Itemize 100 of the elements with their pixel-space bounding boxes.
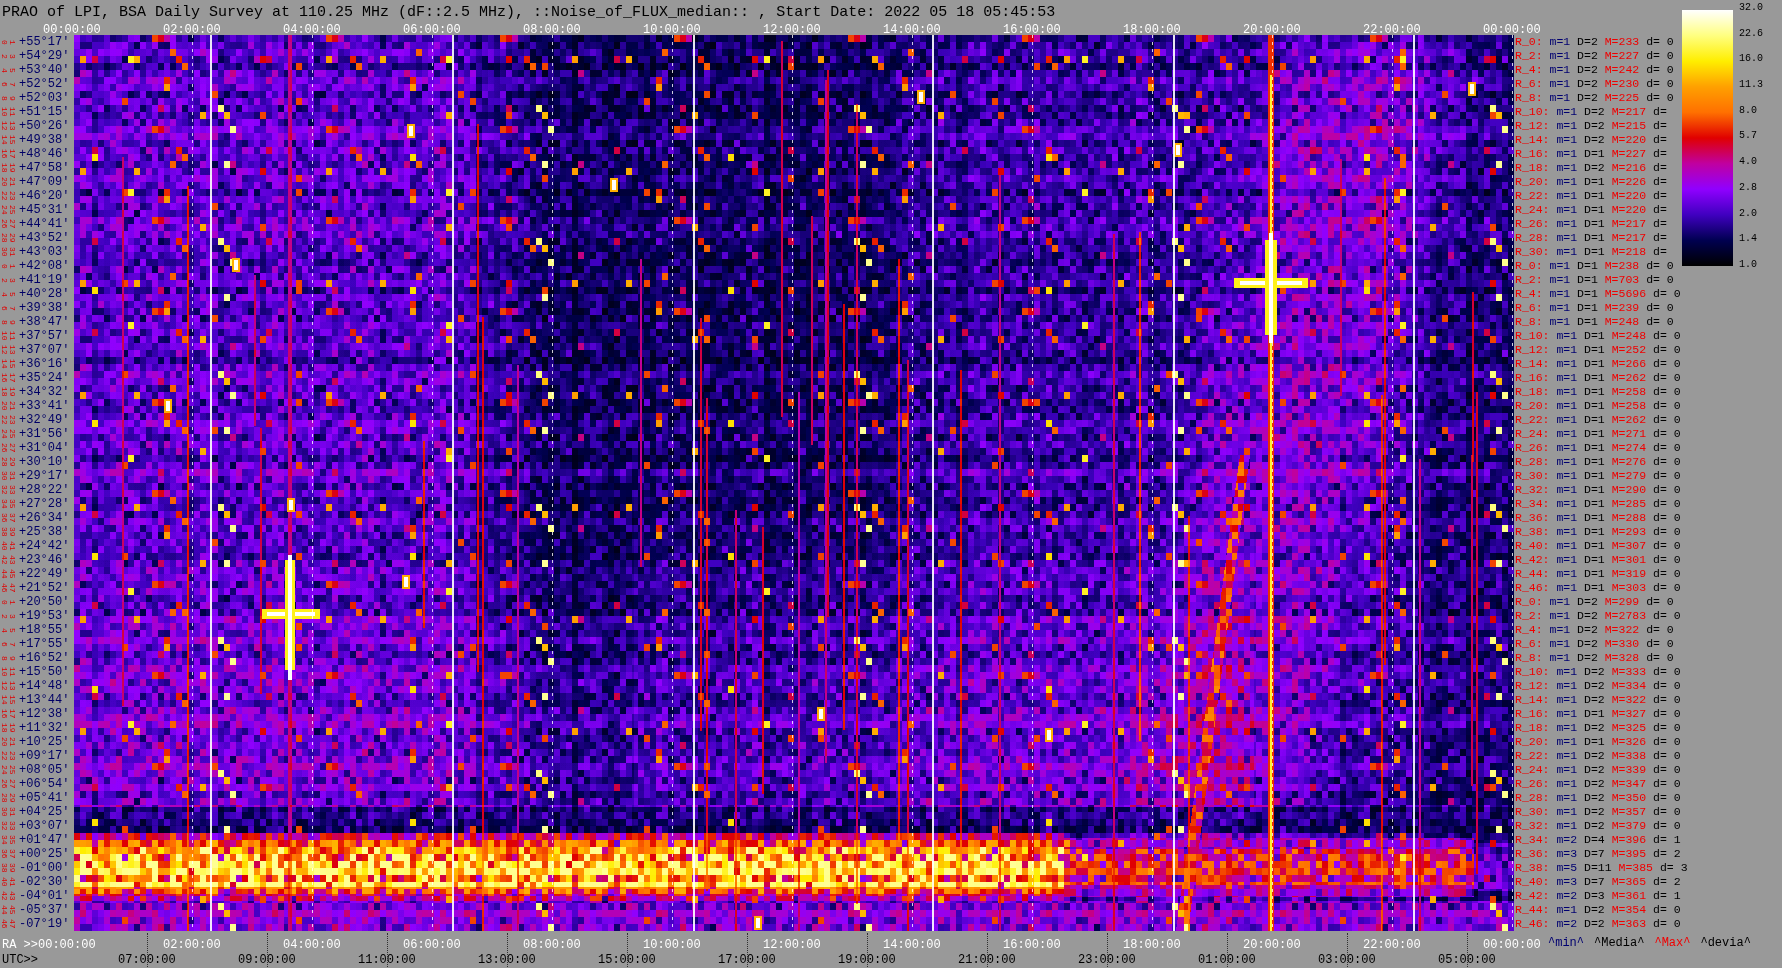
declination-label: +32°49′	[19, 413, 70, 427]
declination-label: -04°01′	[19, 889, 70, 903]
declination-label: +31°56′	[19, 427, 70, 441]
median-value: D=1	[1584, 231, 1605, 245]
declination-label: +18°55′	[19, 623, 70, 637]
beam-label: R_14:	[1515, 133, 1550, 147]
declination-label: +44°41′	[19, 217, 70, 231]
declination-label: +23°46′	[19, 553, 70, 567]
time-label: 04:00:00	[283, 23, 341, 37]
row-number: 0	[1, 599, 8, 605]
beam-label: R_34:	[1515, 497, 1550, 511]
median-value: D=1	[1584, 581, 1605, 595]
max-value: M=220	[1611, 133, 1647, 147]
row-number: 47	[9, 919, 16, 929]
max-value: M=226	[1611, 175, 1647, 189]
row-number: 19	[9, 163, 16, 173]
row-number: 32	[1, 485, 8, 495]
row-number: 17	[9, 373, 16, 383]
declination-label: +14°48′	[19, 679, 70, 693]
median-value: D=2	[1577, 637, 1598, 651]
row-number: 8	[1, 655, 8, 661]
deviation-value: d= 0	[1653, 791, 1681, 805]
row-number: 15	[9, 359, 16, 369]
time-label: 00:00:00	[43, 23, 101, 37]
median-value: D=2	[1577, 77, 1598, 91]
min-value: m=1	[1556, 749, 1578, 763]
beam-label: R_28:	[1515, 455, 1550, 469]
deviation-value: d=	[1653, 105, 1667, 119]
median-value: D=1	[1577, 259, 1598, 273]
row-number: 16	[1, 373, 8, 383]
row-number: 11	[9, 107, 16, 117]
declination-label: +49°38′	[19, 133, 70, 147]
median-value: D=2	[1584, 749, 1605, 763]
beam-label: R_24:	[1515, 763, 1550, 777]
deviation-value: d= 0	[1646, 49, 1674, 63]
deviation-value: d= 0	[1646, 315, 1674, 329]
time-label: 12:00:00	[763, 23, 821, 37]
beam-label: R_44:	[1515, 903, 1550, 917]
declination-label: +05°41′	[19, 791, 70, 805]
ra-time-label: 02:00:00	[163, 937, 221, 952]
max-value: M=217	[1611, 231, 1647, 245]
row-number: 41	[9, 541, 16, 551]
max-value: M=274	[1611, 441, 1647, 455]
max-value: M=5696	[1604, 287, 1647, 301]
chart-title: PRAO of LPI, BSA Daily Survey at 110.25 MHz (dF::2.5 MHz), ::Noise_of_FLUX_median:: , Start Date: 2022 05 18 05:45:53	[2, 4, 1056, 21]
median-value: D=1	[1584, 189, 1605, 203]
max-value: M=248	[1604, 315, 1640, 329]
beam-label: R_16:	[1515, 371, 1550, 385]
deviation-value: d= 0	[1653, 763, 1681, 777]
min-value: m=1	[1556, 553, 1578, 567]
median-value: D=1	[1584, 413, 1605, 427]
row-number: 36	[1, 513, 8, 523]
beam-label: R_38:	[1515, 861, 1550, 875]
min-value: m=1	[1556, 483, 1578, 497]
row-number: 27	[9, 219, 16, 229]
max-value: M=299	[1604, 595, 1640, 609]
declination-label: -07°19′	[19, 917, 70, 931]
median-value: D=1	[1584, 203, 1605, 217]
beam-label: R_24:	[1515, 427, 1550, 441]
deviation-value: d= 0	[1646, 623, 1674, 637]
deviation-value: d= 0	[1653, 581, 1681, 595]
declination-label: +27°28′	[19, 497, 70, 511]
row-number: 26	[1, 219, 8, 229]
row-number: 17	[9, 709, 16, 719]
beam-label: R_34:	[1515, 833, 1550, 847]
max-value: M=285	[1611, 497, 1647, 511]
max-value: M=288	[1611, 511, 1647, 525]
deviation-value: d= 0	[1653, 819, 1681, 833]
declination-label: +50°26′	[19, 119, 70, 133]
declination-label: +22°49′	[19, 567, 70, 581]
deviation-value: d= 0	[1646, 77, 1674, 91]
row-number: 45	[9, 569, 16, 579]
row-number: 45	[9, 905, 16, 915]
row-number: 5	[9, 67, 16, 73]
median-value: D=1	[1584, 399, 1605, 413]
max-value: M=327	[1611, 707, 1647, 721]
declination-label: +35°24′	[19, 371, 70, 385]
median-value: D=1	[1584, 217, 1605, 231]
deviation-value: d= 1	[1653, 833, 1681, 847]
declination-label: +47°09′	[19, 175, 70, 189]
deviation-value: d= 0	[1653, 357, 1681, 371]
row-number: 21	[9, 737, 16, 747]
beam-label: R_0:	[1515, 35, 1543, 49]
row-number: 8	[1, 319, 8, 325]
max-value: M=339	[1611, 763, 1647, 777]
median-value: D=1	[1577, 273, 1598, 287]
row-number: 1	[9, 599, 16, 605]
min-value: m=1	[1549, 651, 1571, 665]
declination-label: +45°31′	[19, 203, 70, 217]
beam-label: R_6:	[1515, 301, 1543, 315]
row-number: 21	[9, 401, 16, 411]
max-value: M=350	[1611, 791, 1647, 805]
median-value: D=2	[1577, 35, 1598, 49]
beam-label: R_28:	[1515, 231, 1550, 245]
row-number: 14	[1, 135, 8, 145]
median-value: D=1	[1584, 497, 1605, 511]
max-value: M=301	[1611, 553, 1647, 567]
utc-time-label: 11:00:00	[358, 952, 416, 967]
median-value: D=1	[1584, 735, 1605, 749]
row-number: 37	[9, 513, 16, 523]
